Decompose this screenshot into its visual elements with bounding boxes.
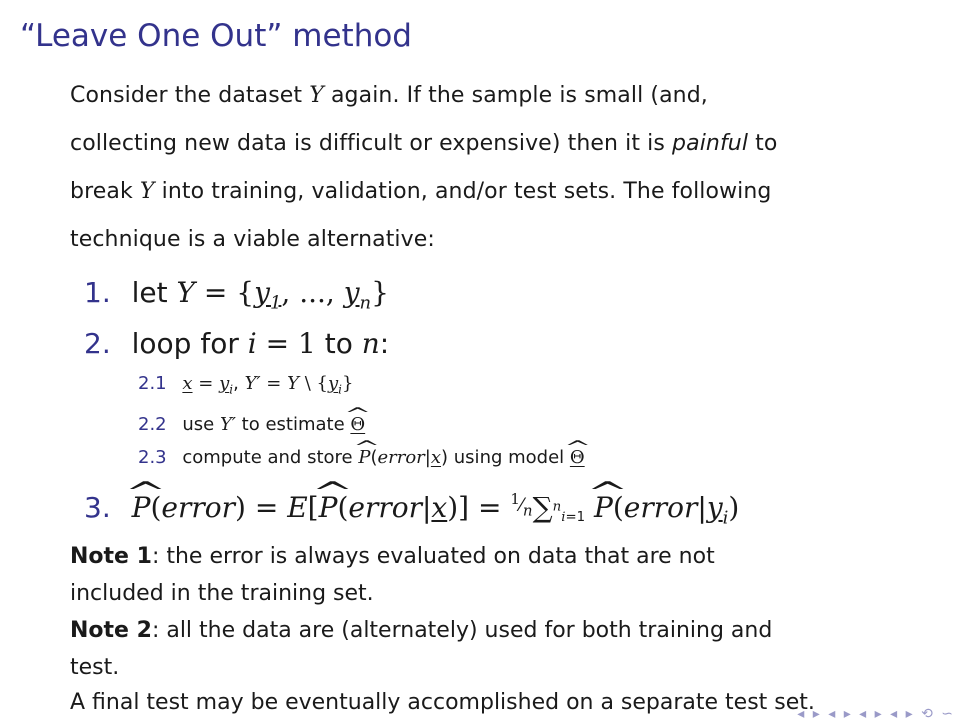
- substep-2-1: 2.1 x = yi, Y′ = Y \ {yi}: [138, 373, 354, 397]
- beamer-navigation-icons[interactable]: ◂ ▸ ◂ ▸ ◂ ▸ ◂ ▸ ⟲ ∽: [797, 706, 955, 722]
- intro-line-3: break Y into training, validation, and/o…: [70, 179, 772, 204]
- intro-line-4: technique is a viable alternative:: [70, 227, 435, 252]
- note-1-line-1: Note 1: the error is always evaluated on…: [70, 544, 715, 569]
- substep-number: 2.3: [138, 447, 167, 468]
- note-1-line-2: included in the training set.: [70, 581, 374, 606]
- step-3: 3. P(error) = E[P(error|x)] = 1⁄n∑ni=1 P…: [84, 490, 739, 529]
- intro-line-2: collecting new data is difficult or expe…: [70, 131, 778, 156]
- step-text: loop for: [131, 327, 239, 360]
- note-2-line-2: test.: [70, 655, 120, 680]
- substep-number: 2.2: [138, 414, 167, 435]
- step-text: let: [131, 276, 168, 309]
- note-text: : the error is always evaluated on data …: [151, 544, 715, 569]
- step-number: 1.: [84, 276, 111, 309]
- note-2-line-1: Note 2: all the data are (alternately) u…: [70, 618, 772, 643]
- substep-number: 2.1: [138, 373, 167, 394]
- note-text: : all the data are (alternately) used fo…: [151, 618, 773, 643]
- step-1: 1. let Y = {y1, ..., yn}: [84, 276, 389, 314]
- note-label: Note 1: [70, 544, 152, 569]
- step-number: 3.: [84, 491, 111, 524]
- substep-2-3: 2.3 compute and store P(error|x) using m…: [138, 447, 585, 468]
- final-test-line: A final test may be eventually accomplis…: [70, 690, 815, 715]
- step-2: 2. loop for i = 1 to n:: [84, 327, 390, 360]
- step-number: 2.: [84, 327, 111, 360]
- slide-title: “Leave One Out” method: [20, 18, 412, 54]
- note-label: Note 2: [70, 618, 152, 643]
- intro-line-1: Consider the dataset Y again. If the sam…: [70, 83, 708, 108]
- substep-2-2: 2.2 use Y′ to estimate Θ: [138, 414, 365, 435]
